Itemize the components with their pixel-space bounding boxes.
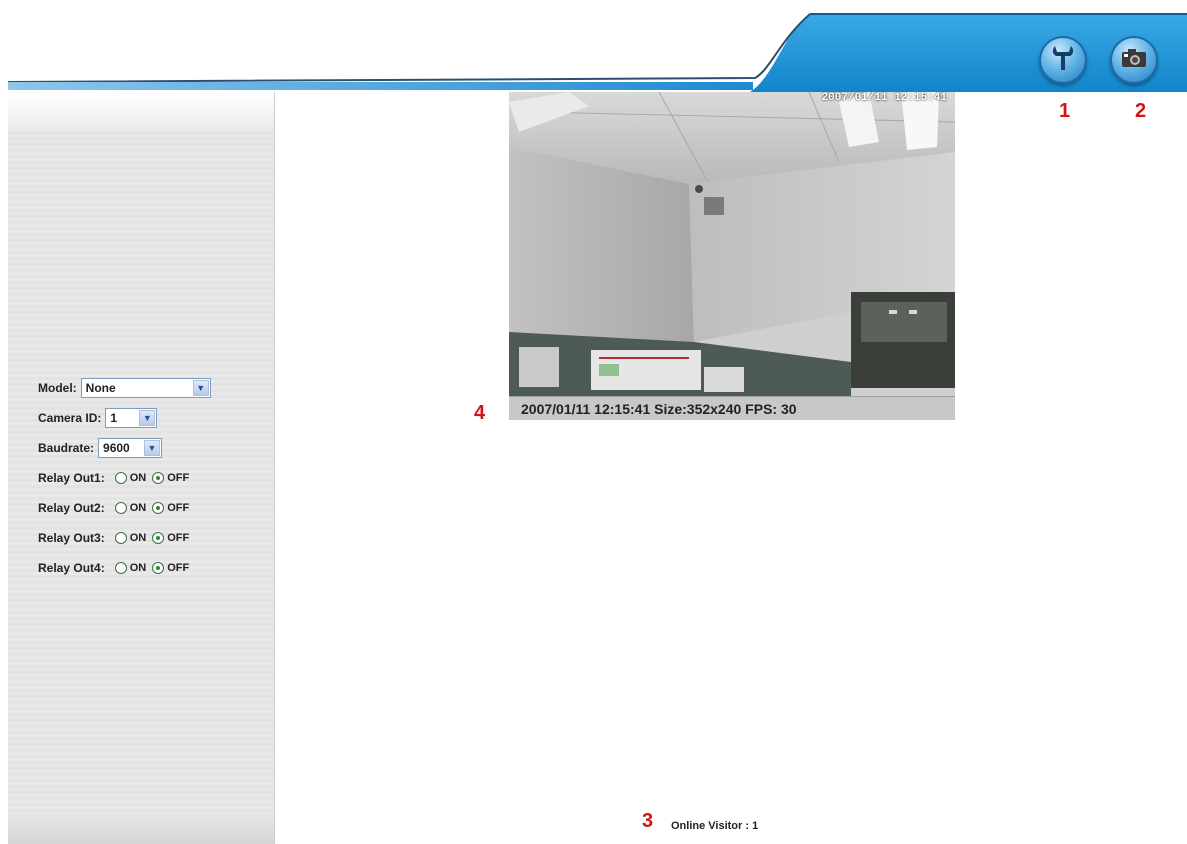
relay-label: Relay Out1: — [38, 471, 105, 485]
callout-1: 1 — [1059, 100, 1071, 122]
relay-row-3: Relay Out3: ON OFF — [38, 523, 268, 553]
relay3-on-radio[interactable] — [114, 532, 127, 544]
on-label: ON — [129, 562, 147, 574]
baudrate-label: Baudrate: — [38, 441, 95, 455]
off-label: OFF — [167, 562, 190, 574]
relay-label: Relay Out4: — [38, 561, 105, 575]
relay3-off-radio[interactable] — [152, 532, 165, 544]
off-label: OFF — [167, 502, 190, 514]
chevron-down-icon: ▼ — [139, 410, 156, 426]
baudrate-select[interactable]: 9600 ▼ — [98, 438, 163, 458]
camera-id-value: 1 — [110, 411, 118, 425]
callout-3: 3 — [642, 810, 654, 832]
online-visitor-count: Online Visitor : 1 — [671, 820, 759, 832]
model-value: None — [85, 381, 116, 395]
on-label: ON — [129, 502, 147, 514]
baudrate-value: 9600 — [103, 441, 130, 455]
baudrate-row: Baudrate: 9600 ▼ — [38, 433, 268, 463]
settings-button[interactable] — [1039, 36, 1087, 84]
on-label: ON — [129, 532, 147, 544]
header-swoosh — [7, 13, 1187, 92]
control-sidebar: Model: None ▼ Camera ID: 1 ▼ Baudrate: 9… — [8, 92, 275, 844]
camera-id-row: Camera ID: 1 ▼ — [38, 403, 268, 433]
relay2-off-radio[interactable] — [152, 502, 165, 514]
callout-2: 2 — [1135, 100, 1147, 122]
relay-label: Relay Out3: — [38, 531, 105, 545]
relay4-on-radio[interactable] — [114, 562, 127, 574]
off-label: OFF — [167, 532, 190, 544]
relay-row-4: Relay Out4: ON OFF — [38, 553, 268, 583]
model-label: Model: — [38, 381, 77, 395]
wrench-icon — [1050, 43, 1076, 78]
model-row: Model: None ▼ — [38, 373, 268, 403]
header-bar — [0, 0, 1187, 92]
ptz-control-form: Model: None ▼ Camera ID: 1 ▼ Baudrate: 9… — [38, 373, 268, 583]
off-label: OFF — [167, 472, 190, 484]
chevron-down-icon: ▼ — [144, 440, 161, 456]
camera-feed-image — [509, 92, 955, 396]
video-status-bar: 2007/01/11 12:15:41 Size:352x240 FPS: 30 — [509, 396, 955, 420]
live-video-view[interactable]: 2007/01/11 12:15:41 2007/01/11 12:15:41 … — [509, 92, 955, 420]
relay-row-1: Relay Out1: ON OFF — [38, 463, 268, 493]
relay1-off-radio[interactable] — [152, 472, 165, 484]
relay-row-2: Relay Out2: ON OFF — [38, 493, 268, 523]
relay-label: Relay Out2: — [38, 501, 105, 515]
camera-icon — [1120, 47, 1148, 74]
chevron-down-icon: ▼ — [192, 380, 209, 396]
camera-id-select[interactable]: 1 ▼ — [105, 408, 158, 428]
camera-id-label: Camera ID: — [38, 411, 102, 425]
relay4-off-radio[interactable] — [152, 562, 165, 574]
relay2-on-radio[interactable] — [114, 502, 127, 514]
on-label: ON — [129, 472, 147, 484]
model-select[interactable]: None ▼ — [80, 378, 211, 398]
video-overlay-timestamp: 2007/01/11 12:15:41 — [821, 92, 947, 104]
snapshot-button[interactable] — [1110, 36, 1158, 84]
callout-4: 4 — [474, 402, 486, 424]
video-status-text: 2007/01/11 12:15:41 Size:352x240 FPS: 30 — [521, 400, 797, 417]
relay1-on-radio[interactable] — [114, 472, 127, 484]
